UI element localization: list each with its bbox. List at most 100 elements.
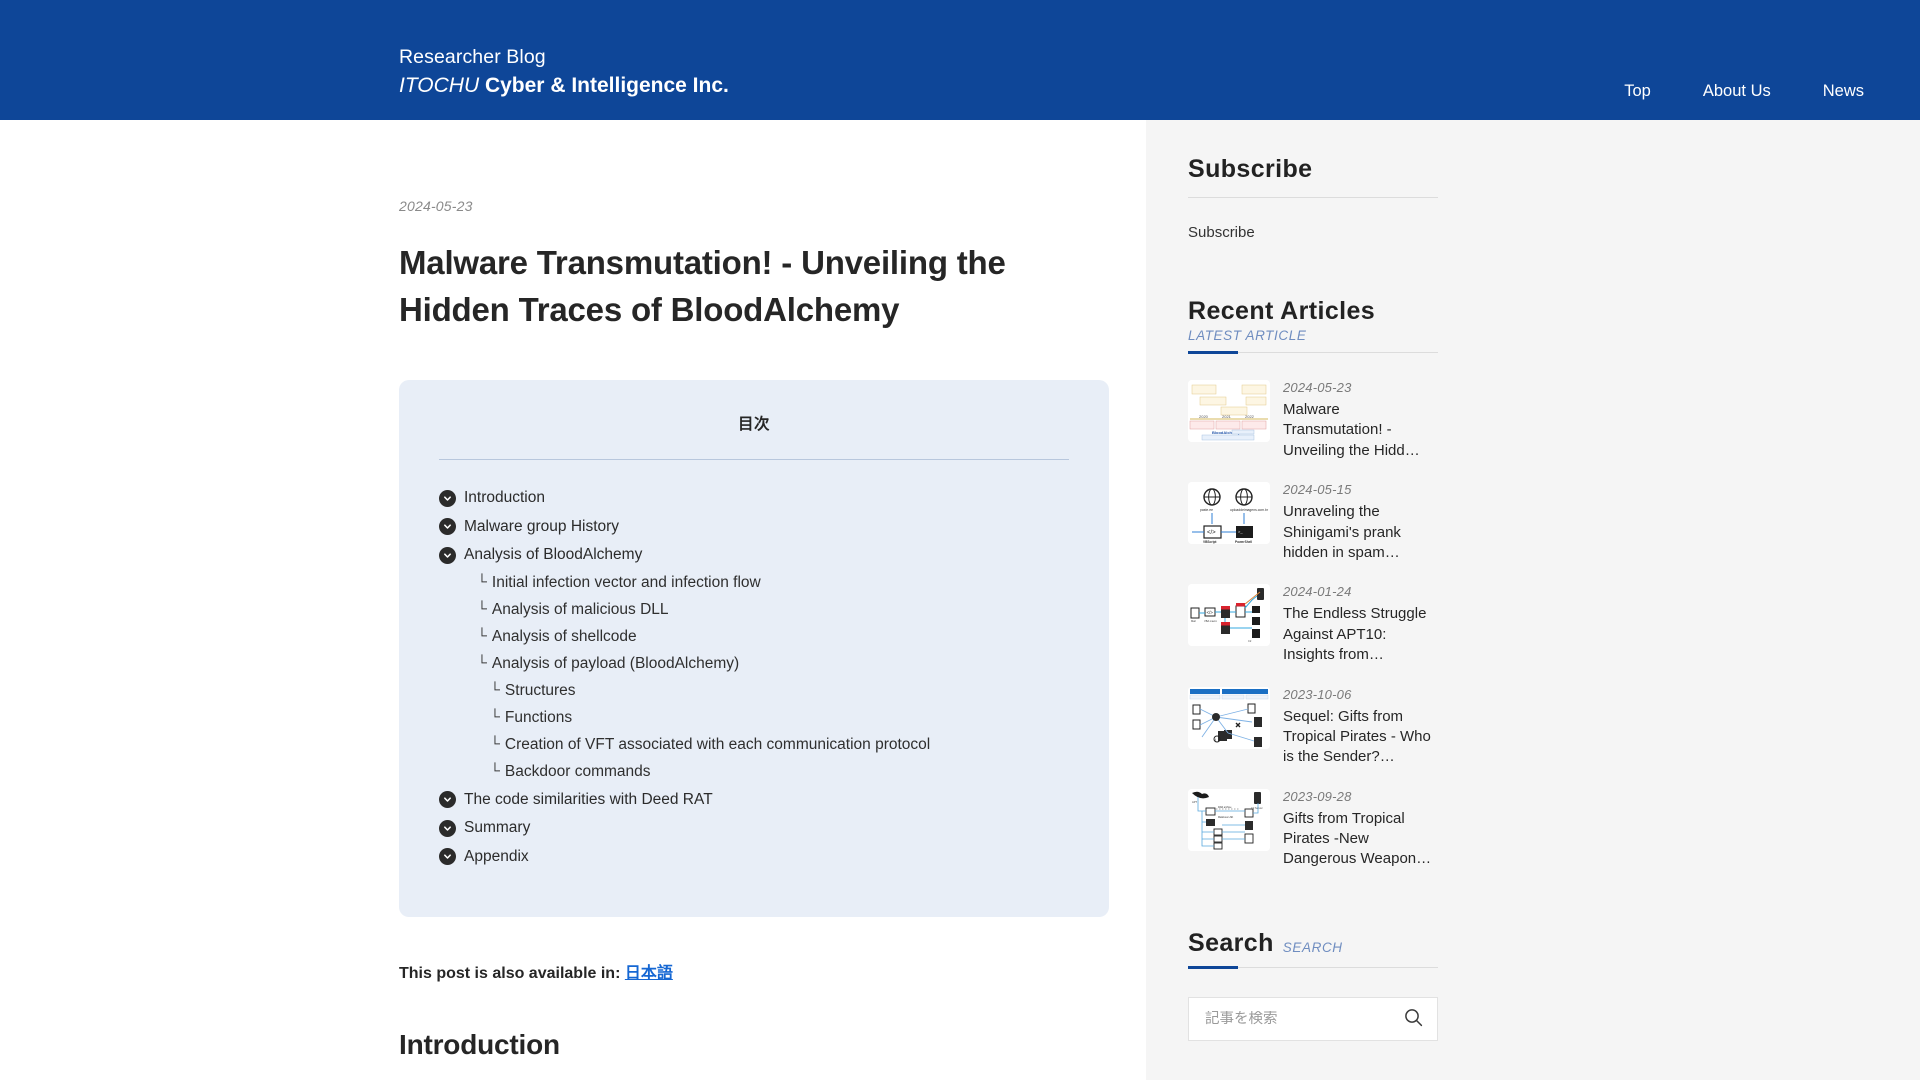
svg-text:VBScript: VBScript xyxy=(1203,540,1217,544)
sidebar: Subscribe Subscribe Recent Articles LATE… xyxy=(1146,120,1920,1080)
search-heading-row: Search SEARCH xyxy=(1188,929,1438,958)
toc-item[interactable]: └ Initial infection vector and infection … xyxy=(439,574,1069,592)
sidebar-section-search: Search SEARCH xyxy=(1188,929,1438,1041)
main-nav: Top About Us News xyxy=(1598,83,1920,100)
subscribe-link[interactable]: Subscribe xyxy=(1188,224,1438,241)
toc-item-label: The code similarities with Deed RAT xyxy=(464,790,713,808)
search-input[interactable] xyxy=(1205,1010,1401,1027)
toc-item[interactable]: └ Structures xyxy=(439,680,1069,700)
recent-article-date: 2024-05-15 xyxy=(1283,482,1352,498)
search-subheading: SEARCH xyxy=(1282,939,1343,955)
recent-article-meta: 2023-09-28 Gifts from Tropical Pirates -N… xyxy=(1283,789,1438,870)
toc-item[interactable]: Malware group History xyxy=(439,517,1069,536)
toc-item-label: Appendix xyxy=(464,847,529,865)
recent-article-title: Malware Transmutation! - Unveiling the H… xyxy=(1283,401,1420,459)
toc-item[interactable]: Appendix xyxy=(439,847,1069,866)
svg-text:</>: </> xyxy=(1207,610,1214,615)
recent-article-item[interactable]: i 2023-10-06 Sequel: Gifts from Tropical P… xyxy=(1188,686,1438,768)
sidebar-inner: Subscribe Subscribe Recent Articles LATE… xyxy=(1188,120,1438,1041)
svg-text:Mail: Mail xyxy=(1191,619,1196,623)
toc-item[interactable]: └ Analysis of malicious DLL xyxy=(439,599,1069,619)
toc-item-label: Summary xyxy=(464,819,531,837)
brand-title: Researcher Blog xyxy=(399,46,546,68)
toc-item-label: Analysis of shellcode xyxy=(491,628,637,646)
svg-text:i: i xyxy=(1215,737,1216,742)
svg-text:PowerShell: PowerShell xyxy=(1235,540,1252,544)
nav-item-news[interactable]: News xyxy=(1797,83,1920,100)
svg-text:APT: APT xyxy=(1192,800,1197,804)
toc-item-label: Initial infection vector and infection f… xyxy=(491,574,761,592)
svg-text:2021: 2021 xyxy=(1222,414,1232,419)
toc-item-label: Functions xyxy=(504,709,573,727)
tree-branch-icon: └ xyxy=(477,599,487,616)
site-header: Researcher Blog ITOCHU Cyber & Intellige… xyxy=(0,0,1920,120)
toc-item[interactable]: └ Creation of VFT associated with each co… xyxy=(439,734,1069,754)
toc-item-label: Analysis of BloodAlchemy xyxy=(464,546,643,564)
nav-item-about-us[interactable]: About Us xyxy=(1677,83,1797,100)
toc-item[interactable]: └ Analysis of payload (BloodAlchemy) xyxy=(439,655,1069,673)
recent-article-date: 2024-05-23 xyxy=(1283,380,1352,395)
site-brand[interactable]: Researcher Blog ITOCHU Cyber & Intellige… xyxy=(399,45,729,99)
svg-text:</>: </> xyxy=(1207,530,1216,536)
translation-link-japanese[interactable]: 日本語 xyxy=(625,965,673,982)
tree-branch-icon: └ xyxy=(490,680,500,697)
search-heading: Search xyxy=(1188,928,1274,957)
recent-articles-heading: Recent Articles xyxy=(1188,297,1376,325)
recent-article-item[interactable]: APT C2 Server RAR archive Malicious LNK 2023… xyxy=(1188,788,1438,870)
page-title: Malware Transmutation! - Unveiling the H… xyxy=(399,244,1006,328)
sidebar-section-recent-articles: Recent Articles LATEST ARTICLE 2020 2021 2… xyxy=(1188,297,1438,870)
chevron-down-icon xyxy=(439,848,456,866)
recent-article-date: 2023-10-06 xyxy=(1283,686,1352,702)
toc-item-label: Backdoor commands xyxy=(504,763,651,781)
subscribe-divider xyxy=(1188,197,1438,198)
tree-branch-icon: └ xyxy=(490,734,500,751)
recent-article-meta: 2024-05-23 Malware Transmutation! - Unvei… xyxy=(1283,380,1438,461)
chevron-down-icon xyxy=(439,489,456,507)
toc-item-label: Analysis of payload (BloodAlchemy) xyxy=(491,655,740,673)
svg-text:paste.ee: paste.ee xyxy=(1200,508,1213,512)
recent-articles-list: 2020 2021 2022 BloodAlchemy 2024-05-23 Malwar… xyxy=(1188,380,1438,870)
toc-item-label: Analysis of malicious DLL xyxy=(491,601,669,619)
recent-article-item[interactable]: paste.ee uploaddeimagens.com.br </> >_ VBScr… xyxy=(1188,482,1438,563)
brand-itochu: ITOCHU xyxy=(399,73,480,97)
brand-company-rest: Cyber & Intelligence Inc. xyxy=(479,73,729,97)
recent-article-date: 2024-01-24 xyxy=(1283,584,1352,600)
toc-item[interactable]: └ Functions xyxy=(439,707,1069,727)
recent-article-title: Gifts from Tropical Pirates -New Dangero… xyxy=(1283,809,1432,868)
chevron-down-icon xyxy=(439,518,456,536)
main-content: 2024-05-23 Malware Transmutation! - Unve… xyxy=(0,120,1146,1080)
toc-item-label: Malware group History xyxy=(464,517,620,535)
sidebar-section-subscribe: Subscribe Subscribe xyxy=(1188,155,1438,241)
section-heading-introduction: Introduction xyxy=(399,1028,560,1060)
toc-item[interactable]: Analysis of BloodAlchemy xyxy=(439,546,1069,564)
svg-text:2022: 2022 xyxy=(1245,414,1255,419)
recent-article-item[interactable]: </> Mail VBA macro C2 2024-01-24 The Endless … xyxy=(1188,584,1438,665)
toc-item[interactable]: └ Backdoor commands xyxy=(439,763,1069,781)
recent-articles-divider xyxy=(1188,351,1438,354)
recent-article-item[interactable]: 2020 2021 2022 BloodAlchemy 2024-05-23 Malwar… xyxy=(1188,380,1438,461)
toc-item-label: Creation of VFT associated with each com… xyxy=(504,736,931,754)
svg-text:Malicious LNK: Malicious LNK xyxy=(1218,816,1234,819)
nav-item-top[interactable]: Top xyxy=(1598,83,1677,100)
toc-item[interactable]: └ Analysis of shellcode xyxy=(439,628,1069,646)
toc-item[interactable]: Introduction xyxy=(439,489,1069,507)
search-icon xyxy=(1404,1008,1423,1030)
toc-item-label: Introduction xyxy=(464,489,545,507)
tree-branch-icon: └ xyxy=(490,707,500,724)
chevron-down-icon xyxy=(439,546,456,564)
recent-article-title: Unraveling the Shinigami's prank hidden … xyxy=(1283,503,1401,561)
chevron-down-icon xyxy=(439,819,456,837)
recent-article-meta: 2023-10-06 Sequel: Gifts from Tropical Pi… xyxy=(1283,687,1438,768)
translation-notice: This post is also available in: 日本語 xyxy=(399,959,1109,983)
toc-item-label: Structures xyxy=(504,682,576,700)
search-submit-button[interactable] xyxy=(1401,1007,1425,1031)
search-form xyxy=(1188,996,1438,1041)
search-divider xyxy=(1188,965,1438,969)
toc-item[interactable]: The code similarities with Deed RAT xyxy=(439,790,1069,809)
chevron-down-icon xyxy=(439,791,456,809)
post-date: 2024-05-23 xyxy=(399,198,473,214)
toc-item[interactable]: Summary xyxy=(439,819,1069,837)
brand-company: ITOCHU Cyber & Intelligence Inc. xyxy=(399,72,729,100)
article-thumbnail-tree-flow: APT C2 Server RAR archive Malicious LNK xyxy=(1188,788,1270,851)
header-inner: Researcher Blog ITOCHU Cyber & Intellige… xyxy=(0,0,1920,120)
